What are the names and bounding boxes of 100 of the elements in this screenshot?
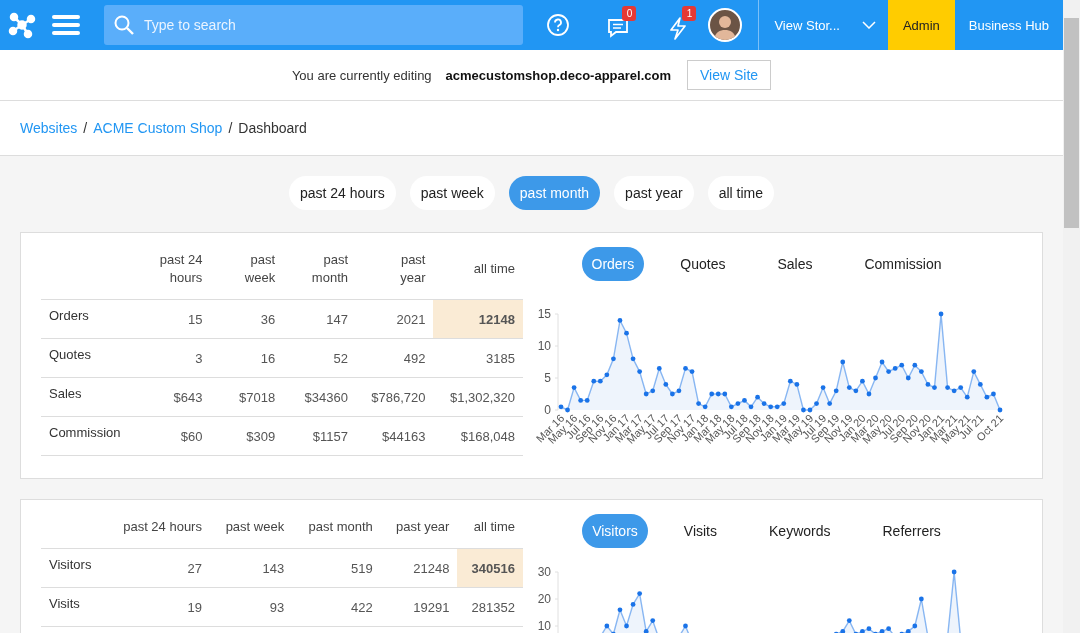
table-cell: $1157: [283, 416, 356, 456]
data-point: [839, 359, 845, 365]
row-label: Commission: [41, 416, 138, 456]
axis-label: 10: [537, 619, 551, 633]
data-point: [617, 318, 622, 323]
data-point: [820, 385, 825, 390]
notification-badge: 0: [622, 6, 637, 21]
data-point: [905, 375, 911, 381]
period-tab[interactable]: past 24 hours: [288, 176, 396, 210]
data-point: [571, 385, 576, 390]
scrollbar[interactable]: [1063, 0, 1080, 633]
data-point: [846, 618, 852, 623]
data-point: [977, 382, 983, 387]
period-tab[interactable]: past year: [614, 176, 694, 210]
table-cell: $60: [137, 416, 211, 456]
column-header: past 24 hours: [137, 233, 211, 300]
table-cell: $1,302,320: [433, 377, 523, 417]
search-bar[interactable]: Type to search: [104, 5, 523, 45]
row-label: Visits: [41, 587, 106, 627]
table-cell: 3: [137, 338, 211, 378]
table-cell: 93: [209, 587, 293, 627]
notification-badge: 1: [682, 6, 697, 21]
search-icon: [114, 15, 134, 35]
column-header: past year: [380, 500, 458, 549]
data-point: [649, 618, 655, 623]
table-cell: 281352: [457, 587, 523, 627]
table-cell: 52: [283, 338, 356, 378]
logo-icon[interactable]: [8, 11, 36, 39]
period-tab[interactable]: past week: [409, 176, 495, 210]
user-avatar[interactable]: [708, 8, 743, 42]
data-point: [833, 388, 839, 394]
table-cell: 12148: [433, 299, 523, 339]
data-point: [617, 607, 622, 613]
data-point: [997, 407, 1002, 413]
search-field[interactable]: Type to search: [142, 16, 513, 34]
table-cell: 143: [209, 548, 293, 588]
table-cell: 15: [137, 299, 211, 339]
period-tab[interactable]: all time: [707, 176, 775, 210]
data-point: [872, 375, 878, 381]
table-cell: 16: [210, 338, 284, 378]
column-header: past week: [209, 500, 293, 549]
data-point: [866, 391, 871, 397]
data-point: [951, 569, 957, 575]
table-cell: $309: [210, 416, 284, 456]
menu-icon[interactable]: [52, 14, 80, 36]
table-cell: 19: [105, 587, 210, 627]
table-cell: 340516: [457, 548, 523, 588]
axis-label: 20: [537, 592, 551, 606]
column-header: past week: [210, 233, 284, 300]
breadcrumb-text: Dashboard: [238, 120, 307, 136]
data-point: [610, 356, 616, 362]
row-label: Quotes: [41, 338, 138, 378]
breadcrumb-separator: /: [228, 120, 233, 136]
row-label: Sales: [41, 377, 138, 417]
column-header: past month: [283, 233, 356, 300]
editing-label: You are currently editing: [291, 67, 432, 83]
table-cell: 36: [210, 299, 284, 339]
data-point: [603, 623, 609, 629]
data-point: [630, 602, 635, 607]
table-cell: 2021: [356, 299, 434, 339]
table-cell: $34360: [283, 377, 356, 417]
table-cell: 519: [292, 548, 381, 588]
row-label: Orders: [41, 299, 138, 339]
axis-label: 5: [543, 371, 551, 385]
data-point: [879, 359, 884, 365]
data-point: [656, 366, 662, 371]
axis-label: 15: [537, 307, 551, 321]
table-cell: $786,720: [356, 377, 434, 417]
data-point: [636, 369, 642, 374]
axis-label: 0: [543, 403, 551, 417]
table-cell: $44163: [356, 416, 434, 456]
data-point: [859, 378, 865, 384]
data-point: [682, 623, 688, 629]
table-cell: 422: [292, 587, 381, 627]
axis-label: 30: [537, 566, 551, 579]
column-header: past year: [356, 233, 434, 300]
data-point: [623, 330, 629, 336]
column-header: all time: [457, 500, 523, 549]
column-header: all time: [433, 233, 523, 300]
site-domain: acmecustomshop.deco-apparel.com: [445, 67, 671, 83]
table-cell: 21248: [380, 548, 458, 588]
table-cell: $7018: [210, 377, 284, 417]
data-point: [662, 382, 668, 387]
table-cell: 147: [283, 299, 356, 339]
data-point: [643, 629, 649, 633]
data-point: [826, 401, 832, 406]
data-point: [623, 623, 629, 629]
caret-icon: [861, 21, 876, 29]
axis-label: 10: [537, 339, 551, 353]
table-cell: 492: [356, 338, 434, 378]
data-point: [970, 369, 976, 374]
column-header: past month: [292, 500, 381, 549]
admin-button[interactable]: Admin: [887, 0, 955, 50]
chat-icon[interactable]: [607, 17, 630, 39]
help-icon[interactable]: [546, 13, 571, 37]
table-cell: 3185: [433, 338, 523, 378]
breadcrumb-separator: /: [83, 120, 88, 136]
data-point: [938, 311, 943, 317]
table-cell: $643: [137, 377, 211, 417]
table-cell: 19291: [380, 587, 458, 627]
